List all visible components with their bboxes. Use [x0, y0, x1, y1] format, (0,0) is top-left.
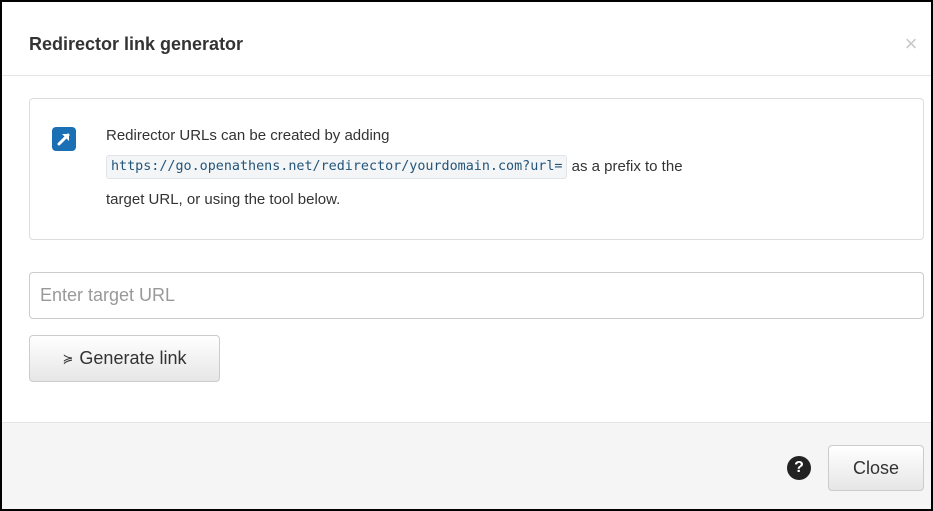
- info-line-2-suffix: as a prefix to the: [571, 158, 683, 175]
- info-text: Redirector URLs can be created by adding…: [106, 122, 906, 216]
- info-panel: Redirector URLs can be created by adding…: [29, 98, 924, 240]
- info-line-2: https://go.openathens.net/redirector/you…: [106, 150, 906, 183]
- dialog-footer: ? Close: [2, 422, 931, 509]
- info-line-3: target URL, or using the tool below.: [106, 191, 341, 208]
- info-line-1: Redirector URLs can be created by adding: [106, 127, 390, 144]
- dialog-header: Redirector link generator ×: [2, 2, 931, 76]
- generate-link-button[interactable]: ≽ Generate link: [29, 335, 220, 382]
- redirector-dialog: Redirector link generator × Redirector U…: [0, 0, 933, 511]
- target-url-input[interactable]: [29, 272, 924, 319]
- double-chevron-down-icon: ≽: [62, 350, 74, 366]
- external-link-icon: [52, 127, 76, 151]
- dialog-title: Redirector link generator: [29, 34, 244, 54]
- question-circle-icon[interactable]: ?: [787, 456, 811, 480]
- close-button[interactable]: Close: [828, 445, 924, 491]
- generate-link-label: Generate link: [79, 348, 187, 368]
- close-icon[interactable]: ×: [901, 32, 921, 56]
- redirector-prefix-code: https://go.openathens.net/redirector/you…: [106, 155, 568, 180]
